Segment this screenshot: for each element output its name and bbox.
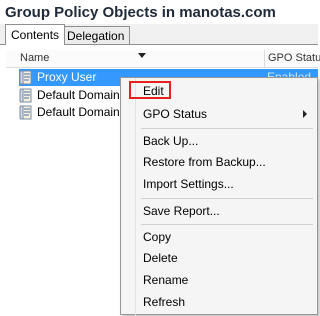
menu-separator [141,128,313,129]
list-item-label: Proxy User [37,70,97,84]
menu-separator [141,198,313,199]
menu-item-import-settings[interactable]: Import Settings... [123,174,315,194]
menu-item-label: Back Up... [143,134,199,148]
menu-separator [141,224,313,225]
menu-item-back-up[interactable]: Back Up... [123,131,315,151]
tab-contents[interactable]: Contents [5,24,66,45]
menu-item-label: Import Settings... [143,177,234,191]
column-divider[interactable] [264,50,265,67]
list-header: Name GPO Status [6,50,320,68]
title-bar: Group Policy Objects in manotas.com [0,0,318,24]
gpo-scroll-icon [19,105,32,120]
menu-item-rename[interactable]: Rename [123,270,315,290]
gpo-scroll-icon [19,88,32,103]
menu-item-label: Rename [143,273,189,287]
context-menu: Edit GPO Status Back Up... Restore from … [120,77,318,316]
tab-strip: Contents Delegation [0,24,318,45]
chevron-right-icon [303,110,307,118]
menu-item-restore-from-backup[interactable]: Restore from Backup... [123,152,315,172]
sort-down-icon [138,53,146,58]
tab-delegation[interactable]: Delegation [61,26,131,44]
menu-item-copy[interactable]: Copy [123,227,315,247]
menu-item-label: Copy [143,230,172,244]
page-title: Group Policy Objects in manotas.com [5,4,276,21]
list-item-label: Default Domain [37,105,120,119]
menu-item-label: Restore from Backup... [143,155,266,169]
menu-item-label: Save Report... [143,204,220,218]
gpo-scroll-icon [19,70,32,85]
menu-item-label: Delete [143,251,178,265]
menu-item-label: GPO Status [143,107,208,121]
column-header-gpo-status[interactable]: GPO Status [268,51,320,66]
menu-item-save-report[interactable]: Save Report... [123,201,315,221]
menu-item-gpo-status[interactable]: GPO Status [123,104,315,124]
menu-item-label: Refresh [143,295,186,309]
menu-item-edit[interactable]: Edit [123,81,315,101]
list-item-label: Default Domain [37,88,120,102]
menu-item-delete[interactable]: Delete [123,248,315,268]
menu-item-refresh[interactable]: Refresh [123,292,315,312]
menu-item-label: Edit [143,84,164,98]
